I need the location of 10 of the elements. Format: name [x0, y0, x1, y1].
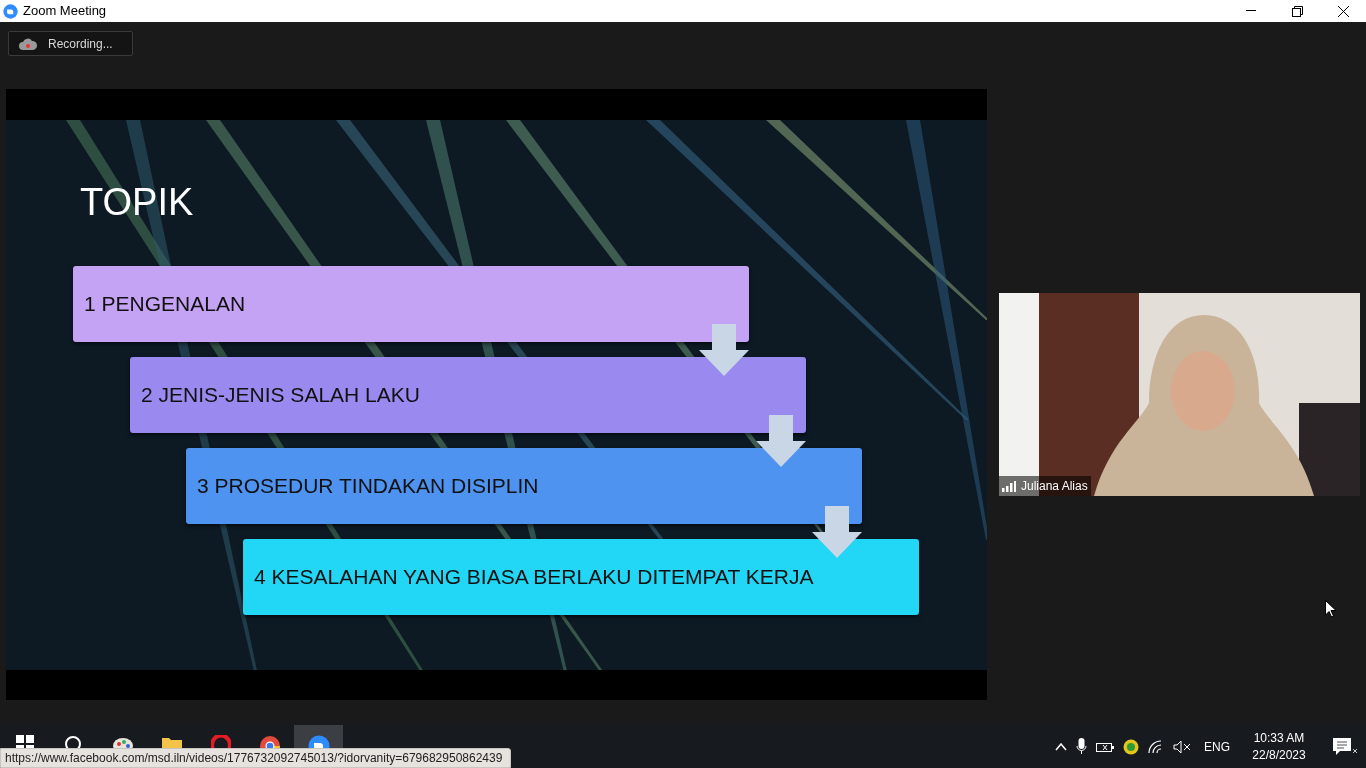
link-tooltip: https://www.facebook.com/msd.iln/videos/1776732092745013/?idorvanity=679682950862439 — [0, 748, 511, 768]
window-title: Zoom Meeting — [23, 2, 107, 21]
topic-bar: 1 PENGENALAN — [73, 265, 749, 342]
clock-date: 22/8/2023 — [1252, 746, 1306, 764]
participant-name: Juliana Alias — [1021, 478, 1088, 495]
topic-bar: 4 KESALAHAN YANG BIASA BERLAKU DITEMPAT KERJA — [243, 538, 919, 615]
topic-bar: 2 JENIS-JENIS SALAH LAKU — [130, 356, 806, 433]
slide-title: TOPIK — [80, 179, 195, 224]
topic-bar: 3 PROSEDUR TINDAKAN DISIPLIN — [186, 447, 862, 524]
clock-time: 10:33 AM — [1253, 729, 1305, 747]
